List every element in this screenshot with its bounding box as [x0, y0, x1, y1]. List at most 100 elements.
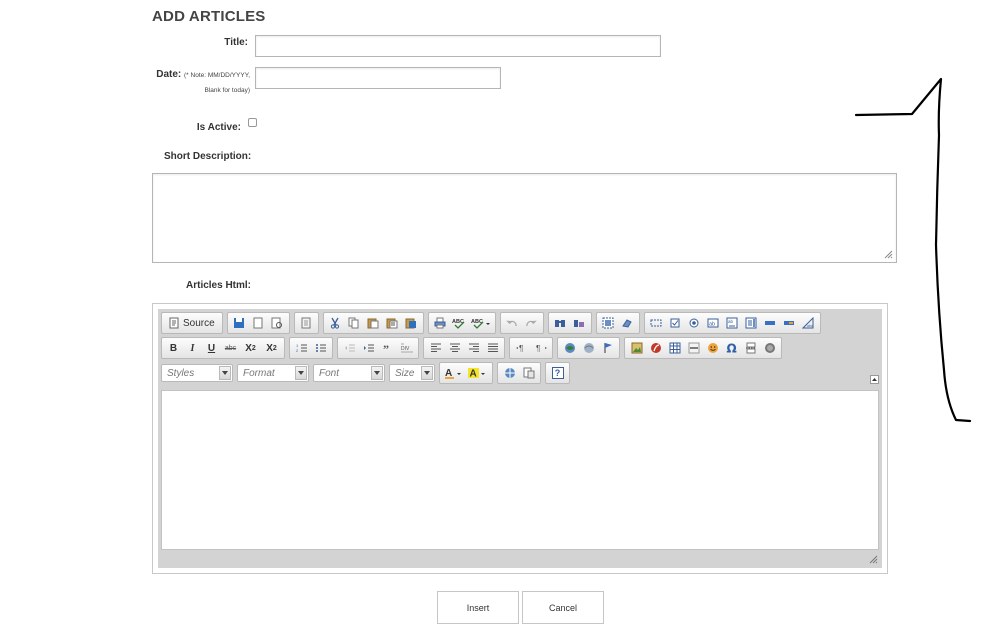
underline-label: U [207, 342, 216, 354]
div-icon[interactable]: DIV [398, 340, 415, 356]
select-icon[interactable] [743, 315, 760, 331]
about-icon[interactable]: ? [549, 365, 566, 381]
print-icon[interactable] [432, 315, 449, 331]
date-note-line2: Blank for today) [204, 87, 250, 94]
font-combo[interactable]: Font [313, 364, 385, 382]
date-label-group: Date: (* Note: MM/DD/YYYY, Blank for tod… [152, 69, 250, 96]
iframe-icon[interactable] [761, 340, 778, 356]
find-icon[interactable] [552, 315, 569, 331]
form-icon[interactable] [648, 315, 665, 331]
svg-text:¶: ¶ [519, 344, 523, 353]
blockquote-icon[interactable]: ” [379, 340, 396, 356]
align-right-icon[interactable] [465, 340, 482, 356]
resize-grip-icon[interactable] [869, 555, 878, 564]
italic-button[interactable]: I [184, 340, 201, 356]
rich-text-editor: Source ABC ABC ab ab abc B I U abc X 2 X… [152, 303, 888, 574]
justify-icon[interactable] [484, 340, 501, 356]
format-combo[interactable]: Format [237, 364, 309, 382]
toolbar-group-history [499, 312, 544, 334]
smiley-icon[interactable] [704, 340, 721, 356]
image-button-icon[interactable] [781, 315, 798, 331]
spellcheck-icon[interactable]: ABC [451, 315, 468, 331]
title-input[interactable] [255, 35, 661, 57]
subscript-mark: 2 [251, 344, 256, 352]
redo-icon[interactable] [523, 315, 540, 331]
size-combo-label: Size [395, 367, 415, 379]
new-page-icon[interactable] [250, 315, 267, 331]
short-description-textarea[interactable] [152, 173, 897, 263]
button-icon[interactable] [762, 315, 779, 331]
size-combo[interactable]: Size [389, 364, 435, 382]
cut-icon[interactable] [327, 315, 344, 331]
outdent-icon[interactable] [341, 340, 358, 356]
bold-button[interactable]: B [165, 340, 182, 356]
chevron-down-icon [371, 366, 383, 380]
checkbox-icon[interactable] [667, 315, 684, 331]
maximize-icon[interactable] [501, 365, 518, 381]
scayt-icon[interactable]: ABC [470, 315, 492, 331]
numbered-list-icon[interactable]: 12 [293, 340, 310, 356]
undo-icon[interactable] [504, 315, 521, 331]
hidden-field-icon[interactable]: abc [800, 315, 817, 331]
copy-icon[interactable] [346, 315, 363, 331]
styles-combo-label: Styles [167, 367, 195, 379]
format-combo-label: Format [243, 367, 275, 379]
toolbar-row-3: Styles Format Font Size A A ? [161, 362, 574, 384]
about-label: ? [551, 367, 564, 379]
strike-button[interactable]: abc [222, 340, 239, 356]
superscript-button[interactable]: X2 [262, 340, 281, 356]
table-icon[interactable] [666, 340, 683, 356]
show-blocks-icon[interactable] [520, 365, 537, 381]
underline-button[interactable]: U [203, 340, 220, 356]
paste-text-icon[interactable] [384, 315, 401, 331]
align-left-icon[interactable] [427, 340, 444, 356]
subscript-label: X [245, 342, 252, 354]
link-icon[interactable] [561, 340, 578, 356]
textarea-icon[interactable]: ab [724, 315, 741, 331]
styles-combo[interactable]: Styles [161, 364, 233, 382]
editor-status-bar [158, 550, 882, 568]
text-color-icon[interactable]: A [443, 365, 465, 381]
special-char-icon[interactable]: Ω [723, 340, 740, 356]
rtl-icon[interactable]: ¶ [532, 340, 549, 356]
preview-icon[interactable] [269, 315, 286, 331]
indent-icon[interactable] [360, 340, 377, 356]
templates-icon[interactable] [298, 315, 315, 331]
paste-word-icon[interactable] [403, 315, 420, 331]
source-icon [169, 317, 179, 329]
subscript-button[interactable]: X2 [241, 340, 260, 356]
svg-text:”: ” [383, 342, 389, 354]
date-note-line1: (* Note: MM/DD/YYYY, [184, 72, 250, 79]
flash-icon[interactable] [647, 340, 664, 356]
remove-format-icon[interactable] [619, 315, 636, 331]
insert-button[interactable]: Insert [437, 591, 519, 624]
image-icon[interactable] [628, 340, 645, 356]
anchor-icon[interactable] [599, 340, 616, 356]
replace-icon[interactable] [571, 315, 588, 331]
toolbar-group-forms: ab ab abc [643, 312, 821, 334]
paste-icon[interactable] [365, 315, 382, 331]
background-color-icon[interactable]: A [467, 365, 489, 381]
date-input[interactable] [255, 67, 501, 89]
textfield-icon[interactable]: ab [705, 315, 722, 331]
toolbar-group-templates [293, 312, 319, 334]
toolbar-group-insert: Ω [624, 337, 782, 359]
page-break-icon[interactable] [742, 340, 759, 356]
toolbar-group-print-spell: ABC ABC [427, 312, 496, 334]
svg-text:abc: abc [807, 324, 813, 328]
bulleted-list-icon[interactable] [312, 340, 329, 356]
is-active-checkbox[interactable] [248, 118, 257, 127]
ltr-icon[interactable]: ¶ [513, 340, 530, 356]
align-center-icon[interactable] [446, 340, 463, 356]
cancel-button[interactable]: Cancel [522, 591, 604, 624]
unlink-icon[interactable] [580, 340, 597, 356]
radio-icon[interactable] [686, 315, 703, 331]
source-button[interactable]: Source [165, 315, 219, 331]
horizontal-rule-icon[interactable] [685, 340, 702, 356]
toolbar-group-find [547, 312, 592, 334]
editor-content-area[interactable] [161, 390, 879, 550]
toolbar-group-about: ? [545, 362, 570, 384]
save-icon[interactable] [231, 315, 248, 331]
short-description-label: Short Description: [164, 151, 252, 162]
select-all-icon[interactable] [600, 315, 617, 331]
